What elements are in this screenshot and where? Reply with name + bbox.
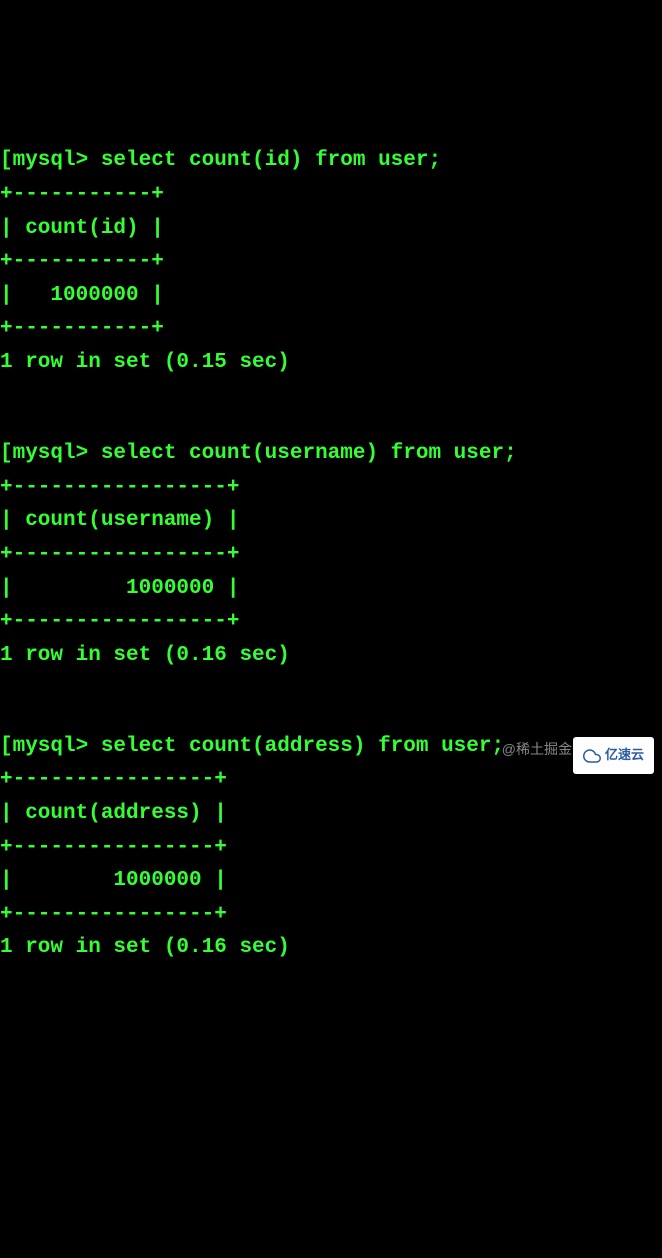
table-row: | 1000000 | [0, 869, 227, 892]
query-block-2: [mysql> select count(username) from user… [0, 437, 662, 672]
watermark-text: @稀土掘金 [502, 738, 572, 760]
table-border: +-----------------+ [0, 476, 239, 499]
table-border: +-----------------+ [0, 610, 239, 633]
cloud-icon [583, 747, 601, 765]
table-header: | count(address) | [0, 802, 227, 825]
table-border: +----------------+ [0, 903, 227, 926]
query-block-3: [mysql> select count(address) from user;… [0, 730, 662, 965]
table-border: +----------------+ [0, 768, 227, 791]
table-border: +-----------+ [0, 317, 164, 340]
table-border: +----------------+ [0, 836, 227, 859]
query-block-1: [mysql> select count(id) from user; +---… [0, 144, 662, 379]
sql-query: select count(address) from user; [101, 735, 504, 758]
table-row: | 1000000 | [0, 284, 164, 307]
query-status: 1 row in set (0.16 sec) [0, 936, 290, 959]
table-border: +-----------+ [0, 250, 164, 273]
table-border: +-----------------+ [0, 543, 239, 566]
query-status: 1 row in set (0.16 sec) [0, 644, 290, 667]
mysql-prompt: [mysql> [0, 442, 101, 465]
sql-query: select count(username) from user; [101, 442, 517, 465]
mysql-prompt: [mysql> [0, 735, 101, 758]
watermark-logo-text: 亿速云 [605, 745, 644, 766]
table-header: | count(username) | [0, 509, 239, 532]
sql-query: select count(id) from user; [101, 149, 441, 172]
table-row: | 1000000 | [0, 577, 239, 600]
query-status: 1 row in set (0.15 sec) [0, 351, 290, 374]
table-border: +-----------+ [0, 183, 164, 206]
watermark-logo: 亿速云 [573, 737, 654, 774]
mysql-prompt: [mysql> [0, 149, 101, 172]
table-header: | count(id) | [0, 217, 164, 240]
